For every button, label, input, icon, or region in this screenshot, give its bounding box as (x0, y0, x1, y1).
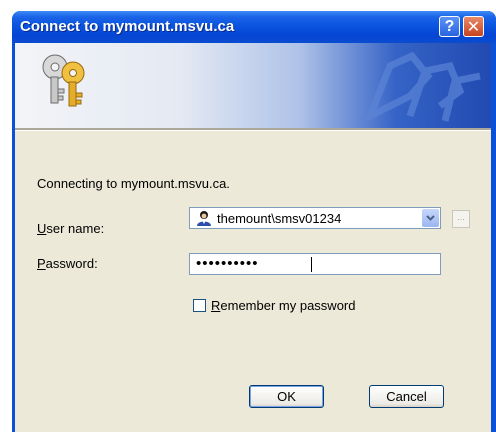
dialog-banner (15, 43, 491, 128)
browse-users-button[interactable]: ... (452, 210, 470, 228)
username-dropdown-button[interactable] (422, 209, 439, 227)
remember-label-text: emember my password (220, 298, 356, 313)
password-label: Password: (37, 256, 98, 271)
credentials-dialog: Connect to mymount.msvu.ca ? ✕ Connectin… (12, 11, 496, 432)
dialog-body (15, 43, 491, 432)
username-combobox[interactable]: themount\smsv01234 (189, 207, 441, 229)
connecting-message: Connecting to mymount.msvu.ca. (37, 176, 230, 191)
ok-button[interactable]: OK (249, 385, 324, 408)
password-value: •••••••••• (196, 255, 259, 272)
banner-separator (15, 128, 491, 131)
cancel-button[interactable]: Cancel (369, 385, 444, 408)
password-label-text: assword: (45, 256, 98, 271)
help-button[interactable]: ? (439, 16, 460, 37)
close-button[interactable]: ✕ (463, 16, 484, 37)
close-icon: ✕ (466, 18, 481, 36)
password-label-key: P (37, 256, 46, 271)
username-label-key: U (37, 221, 47, 236)
chevron-down-icon (426, 215, 435, 221)
title-bar[interactable]: Connect to mymount.msvu.ca ? ✕ (12, 11, 496, 43)
user-icon (197, 211, 211, 226)
keys-icon (42, 54, 85, 107)
username-value: themount\smsv01234 (217, 211, 342, 226)
username-label: User name: (37, 221, 104, 236)
text-caret (311, 257, 312, 272)
password-field[interactable]: •••••••••• (189, 253, 441, 275)
remember-label-key: R (211, 298, 221, 313)
remember-password-label[interactable]: Remember my password (211, 298, 356, 313)
help-icon: ? (444, 17, 455, 35)
window-title: Connect to mymount.msvu.ca (20, 18, 235, 35)
banner-keys-watermark (363, 51, 481, 124)
username-label-text: ser name: (46, 221, 105, 236)
remember-password-checkbox[interactable] (193, 299, 206, 312)
